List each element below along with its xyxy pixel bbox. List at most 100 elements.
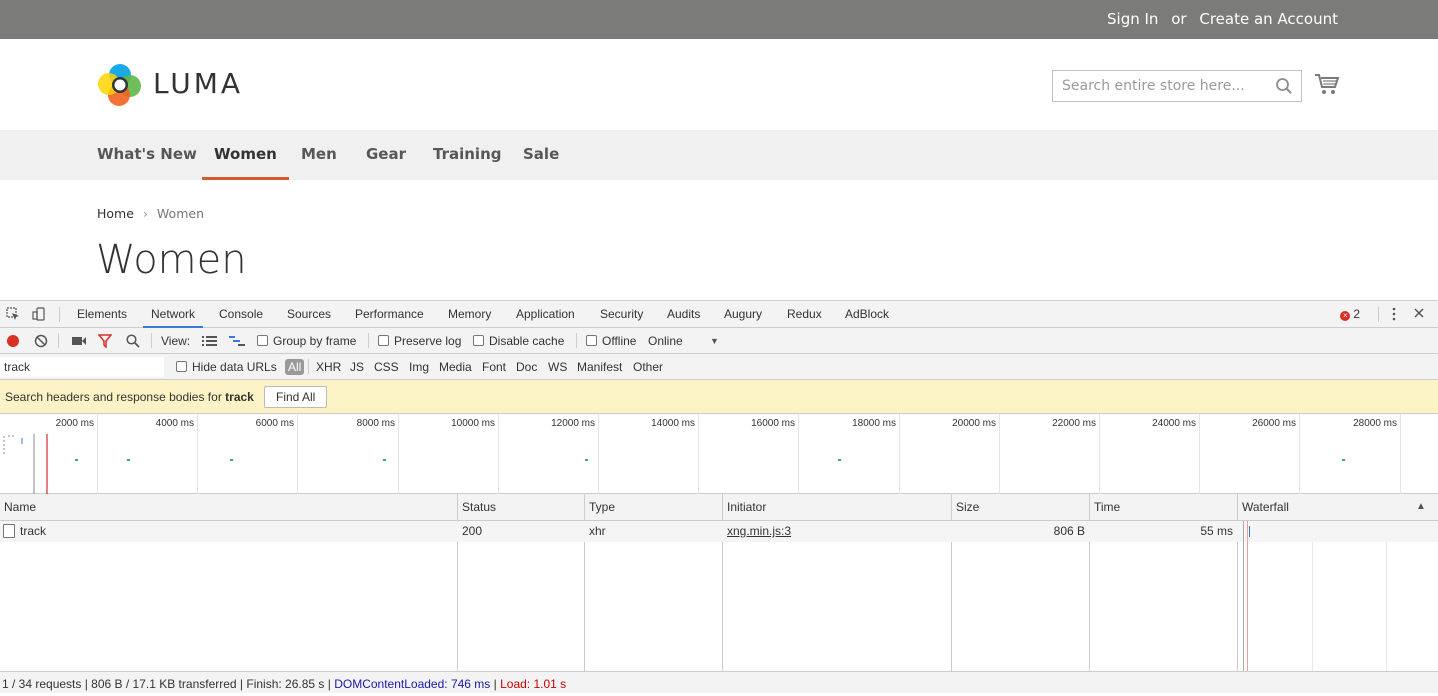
timeline-gridline <box>1299 414 1300 494</box>
filter-icon[interactable] <box>98 334 112 348</box>
error-counter[interactable]: × 2 <box>1340 307 1360 321</box>
tab-console[interactable]: Console <box>219 301 263 328</box>
nav-item-whats-new[interactable]: What's New <box>85 130 209 180</box>
filter-type-manifest[interactable]: Manifest <box>577 359 622 375</box>
find-all-button[interactable]: Find All <box>264 386 328 408</box>
search-input[interactable] <box>1053 71 1263 101</box>
filter-type-ws[interactable]: WS <box>548 359 567 375</box>
tab-performance[interactable]: Performance <box>355 301 424 328</box>
tab-sources[interactable]: Sources <box>287 301 331 328</box>
clear-icon[interactable] <box>34 334 48 348</box>
tab-adblock[interactable]: AdBlock <box>845 301 889 328</box>
column-header-time[interactable]: Time <box>1090 494 1237 521</box>
breadcrumb-home[interactable]: Home <box>97 206 134 221</box>
tab-audits[interactable]: Audits <box>667 301 700 328</box>
requests-table-header: Name Status Type Initiator Size Time Wat… <box>0 494 1438 521</box>
timeline-gridline <box>698 414 699 494</box>
column-header-size[interactable]: Size <box>952 494 1089 521</box>
filter-type-js[interactable]: JS <box>350 359 364 375</box>
error-count: 2 <box>1353 307 1360 321</box>
nav-item-sale[interactable]: Sale <box>511 130 571 180</box>
table-row[interactable]: track 200 xhr xng.min.js:3 806 B 55 ms <box>0 521 1438 542</box>
preserve-log-checkbox[interactable]: Preserve log <box>378 333 461 349</box>
timeline-tick-label: 22000 ms <box>1052 418 1096 429</box>
timeline-tick-label: 14000 ms <box>651 418 695 429</box>
cart-icon[interactable] <box>1314 72 1340 96</box>
request-size: 806 B <box>1053 524 1085 538</box>
filter-type-doc[interactable]: Doc <box>516 359 537 375</box>
column-header-status[interactable]: Status <box>458 494 584 521</box>
header-links: Sign In or Create an Account <box>1099 10 1338 28</box>
large-rows-icon[interactable] <box>202 335 217 347</box>
load-time: Load: 1.01 s <box>500 677 567 691</box>
tab-memory[interactable]: Memory <box>448 301 491 328</box>
filter-input[interactable] <box>0 357 164 377</box>
screenshot-video-icon[interactable] <box>71 335 87 347</box>
filter-type-media[interactable]: Media <box>439 359 472 375</box>
column-header-waterfall[interactable]: Waterfall <box>1238 494 1438 521</box>
column-header-name[interactable]: Name <box>0 494 458 521</box>
filter-type-css[interactable]: CSS <box>374 359 399 375</box>
devtools-tab-bar: Elements Network Console Sources Perform… <box>0 301 1438 328</box>
luma-logo[interactable]: LUMA <box>97 62 247 108</box>
search-icon[interactable] <box>1275 77 1293 95</box>
filter-type-xhr[interactable]: XHR <box>316 359 341 375</box>
devtools-panel: Elements Network Console Sources Perform… <box>0 300 1438 693</box>
timeline-gridline <box>798 414 799 494</box>
hide-data-urls-checkbox[interactable]: Hide data URLs <box>176 359 277 375</box>
timeline-tick-label: 10000 ms <box>451 418 495 429</box>
find-bar: Search headers and response bodies for t… <box>0 380 1438 414</box>
throttling-chevron-down-icon[interactable]: ▼ <box>710 333 719 349</box>
filter-type-font[interactable]: Font <box>482 359 506 375</box>
request-type-icon <box>3 521 20 542</box>
request-initiator-link[interactable]: xng.min.js:3 <box>727 521 791 542</box>
status-summary: 1 / 34 requests | 806 B / 17.1 KB transf… <box>2 677 335 691</box>
nav-item-men[interactable]: Men <box>289 130 349 180</box>
tab-redux[interactable]: Redux <box>787 301 822 328</box>
timeline-tick-label: 16000 ms <box>751 418 795 429</box>
filter-type-all[interactable]: All <box>285 359 305 375</box>
luma-logo-icon <box>98 64 141 106</box>
request-time: 55 ms <box>1200 524 1233 538</box>
timeline-request-mark <box>383 459 386 461</box>
column-header-initiator[interactable]: Initiator <box>723 494 951 521</box>
tab-application[interactable]: Application <box>516 301 575 328</box>
tab-augury[interactable]: Augury <box>724 301 762 328</box>
group-by-frame-checkbox[interactable]: Group by frame <box>257 333 356 349</box>
inspect-element-icon[interactable] <box>6 307 20 321</box>
sign-in-link[interactable]: Sign In <box>1107 10 1158 28</box>
group-by-frame-label: Group by frame <box>273 334 357 348</box>
error-icon: × <box>1340 311 1351 321</box>
column-header-type[interactable]: Type <box>585 494 722 521</box>
timeline-gridline <box>398 414 399 494</box>
waterfall-view-icon[interactable] <box>229 335 245 347</box>
nav-item-gear[interactable]: Gear <box>354 130 418 180</box>
timeline-gridline <box>999 414 1000 494</box>
nav-item-training[interactable]: Training <box>421 130 513 180</box>
search-network-icon[interactable] <box>126 334 140 348</box>
filter-type-img[interactable]: Img <box>409 359 429 375</box>
offline-checkbox[interactable]: Offline <box>586 333 636 349</box>
close-devtools-icon[interactable] <box>1412 306 1426 320</box>
tab-security[interactable]: Security <box>600 301 643 328</box>
tab-elements[interactable]: Elements <box>77 301 127 328</box>
disable-cache-checkbox[interactable]: Disable cache <box>473 333 564 349</box>
checkbox-box <box>586 335 597 346</box>
sort-ascending-icon[interactable]: ▲ <box>1412 494 1426 521</box>
create-account-link[interactable]: Create an Account <box>1199 10 1338 28</box>
device-toolbar-icon[interactable] <box>32 307 46 321</box>
checkbox-box <box>473 335 484 346</box>
timeline-gridline <box>197 414 198 494</box>
more-options-icon[interactable] <box>1391 307 1397 321</box>
record-icon[interactable] <box>6 334 20 348</box>
or-text: or <box>1171 10 1187 28</box>
preserve-log-label: Preserve log <box>394 334 462 348</box>
timeline-gridline <box>598 414 599 494</box>
filter-type-other[interactable]: Other <box>633 359 663 375</box>
nav-item-women[interactable]: Women <box>202 130 289 180</box>
tab-network[interactable]: Network <box>143 301 204 328</box>
timeline-overview[interactable]: 2000 ms 4000 ms 6000 ms 8000 ms 10000 ms 1200… <box>0 414 1438 494</box>
throttling-select[interactable]: Online <box>648 333 683 349</box>
timeline-request-mark <box>127 459 130 461</box>
network-status-bar: 1 / 34 requests | 806 B / 17.1 KB transf… <box>0 671 1438 693</box>
